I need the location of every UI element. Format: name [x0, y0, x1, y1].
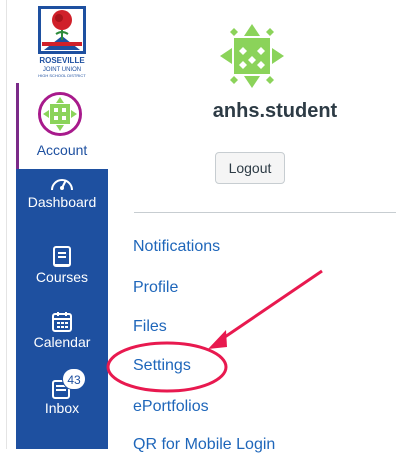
arrowhead-icon [208, 330, 227, 349]
logo-line-3: HIGH SCHOOL DISTRICT [38, 73, 86, 78]
link-eportfolios[interactable]: ePortfolios [133, 398, 209, 416]
book-icon [53, 246, 71, 267]
nav-label-account[interactable]: Account [16, 142, 108, 158]
nav-label-inbox: Inbox [44, 400, 80, 416]
rose-logo-icon: ROSEVILLE JOINT UNION HIGH SCHOOL DISTRI… [38, 6, 86, 78]
profile-avatar[interactable] [216, 20, 288, 92]
district-logo[interactable]: ROSEVILLE JOINT UNION HIGH SCHOOL DISTRI… [16, 0, 108, 83]
nav-item-calendar[interactable]: Calendar [16, 310, 108, 350]
nav-item-courses[interactable]: Courses [16, 245, 108, 285]
nav-item-dashboard[interactable]: Dashboard [16, 172, 108, 210]
settings-pointer-arrow [215, 269, 323, 345]
avatar-pattern-icon [216, 20, 288, 92]
nav-item-inbox[interactable]: Inbox [16, 378, 108, 416]
username-heading: anhs.student [212, 100, 338, 122]
link-profile[interactable]: Profile [133, 279, 178, 297]
tray-divider [134, 212, 396, 213]
calendar-icon [52, 312, 72, 332]
link-qr-mobile-login[interactable]: QR for Mobile Login [133, 436, 275, 454]
nav-label-dashboard: Dashboard [27, 194, 97, 210]
account-avatar[interactable] [38, 92, 82, 136]
link-settings[interactable]: Settings [133, 357, 191, 375]
unread-count-badge: 43 [62, 368, 86, 390]
logo-line-1: ROSEVILLE [39, 56, 85, 65]
global-navigation: ROSEVILLE JOINT UNION HIGH SCHOOL DISTRI… [0, 0, 111, 449]
nav-label-calendar: Calendar [33, 334, 91, 350]
avatar-pattern-icon [41, 95, 79, 133]
link-notifications[interactable]: Notifications [133, 238, 220, 256]
nav-label-courses: Courses [35, 269, 89, 285]
left-edge [0, 0, 7, 449]
gauge-icon [51, 179, 73, 191]
logout-button[interactable]: Logout [215, 152, 285, 184]
link-files[interactable]: Files [133, 318, 167, 336]
